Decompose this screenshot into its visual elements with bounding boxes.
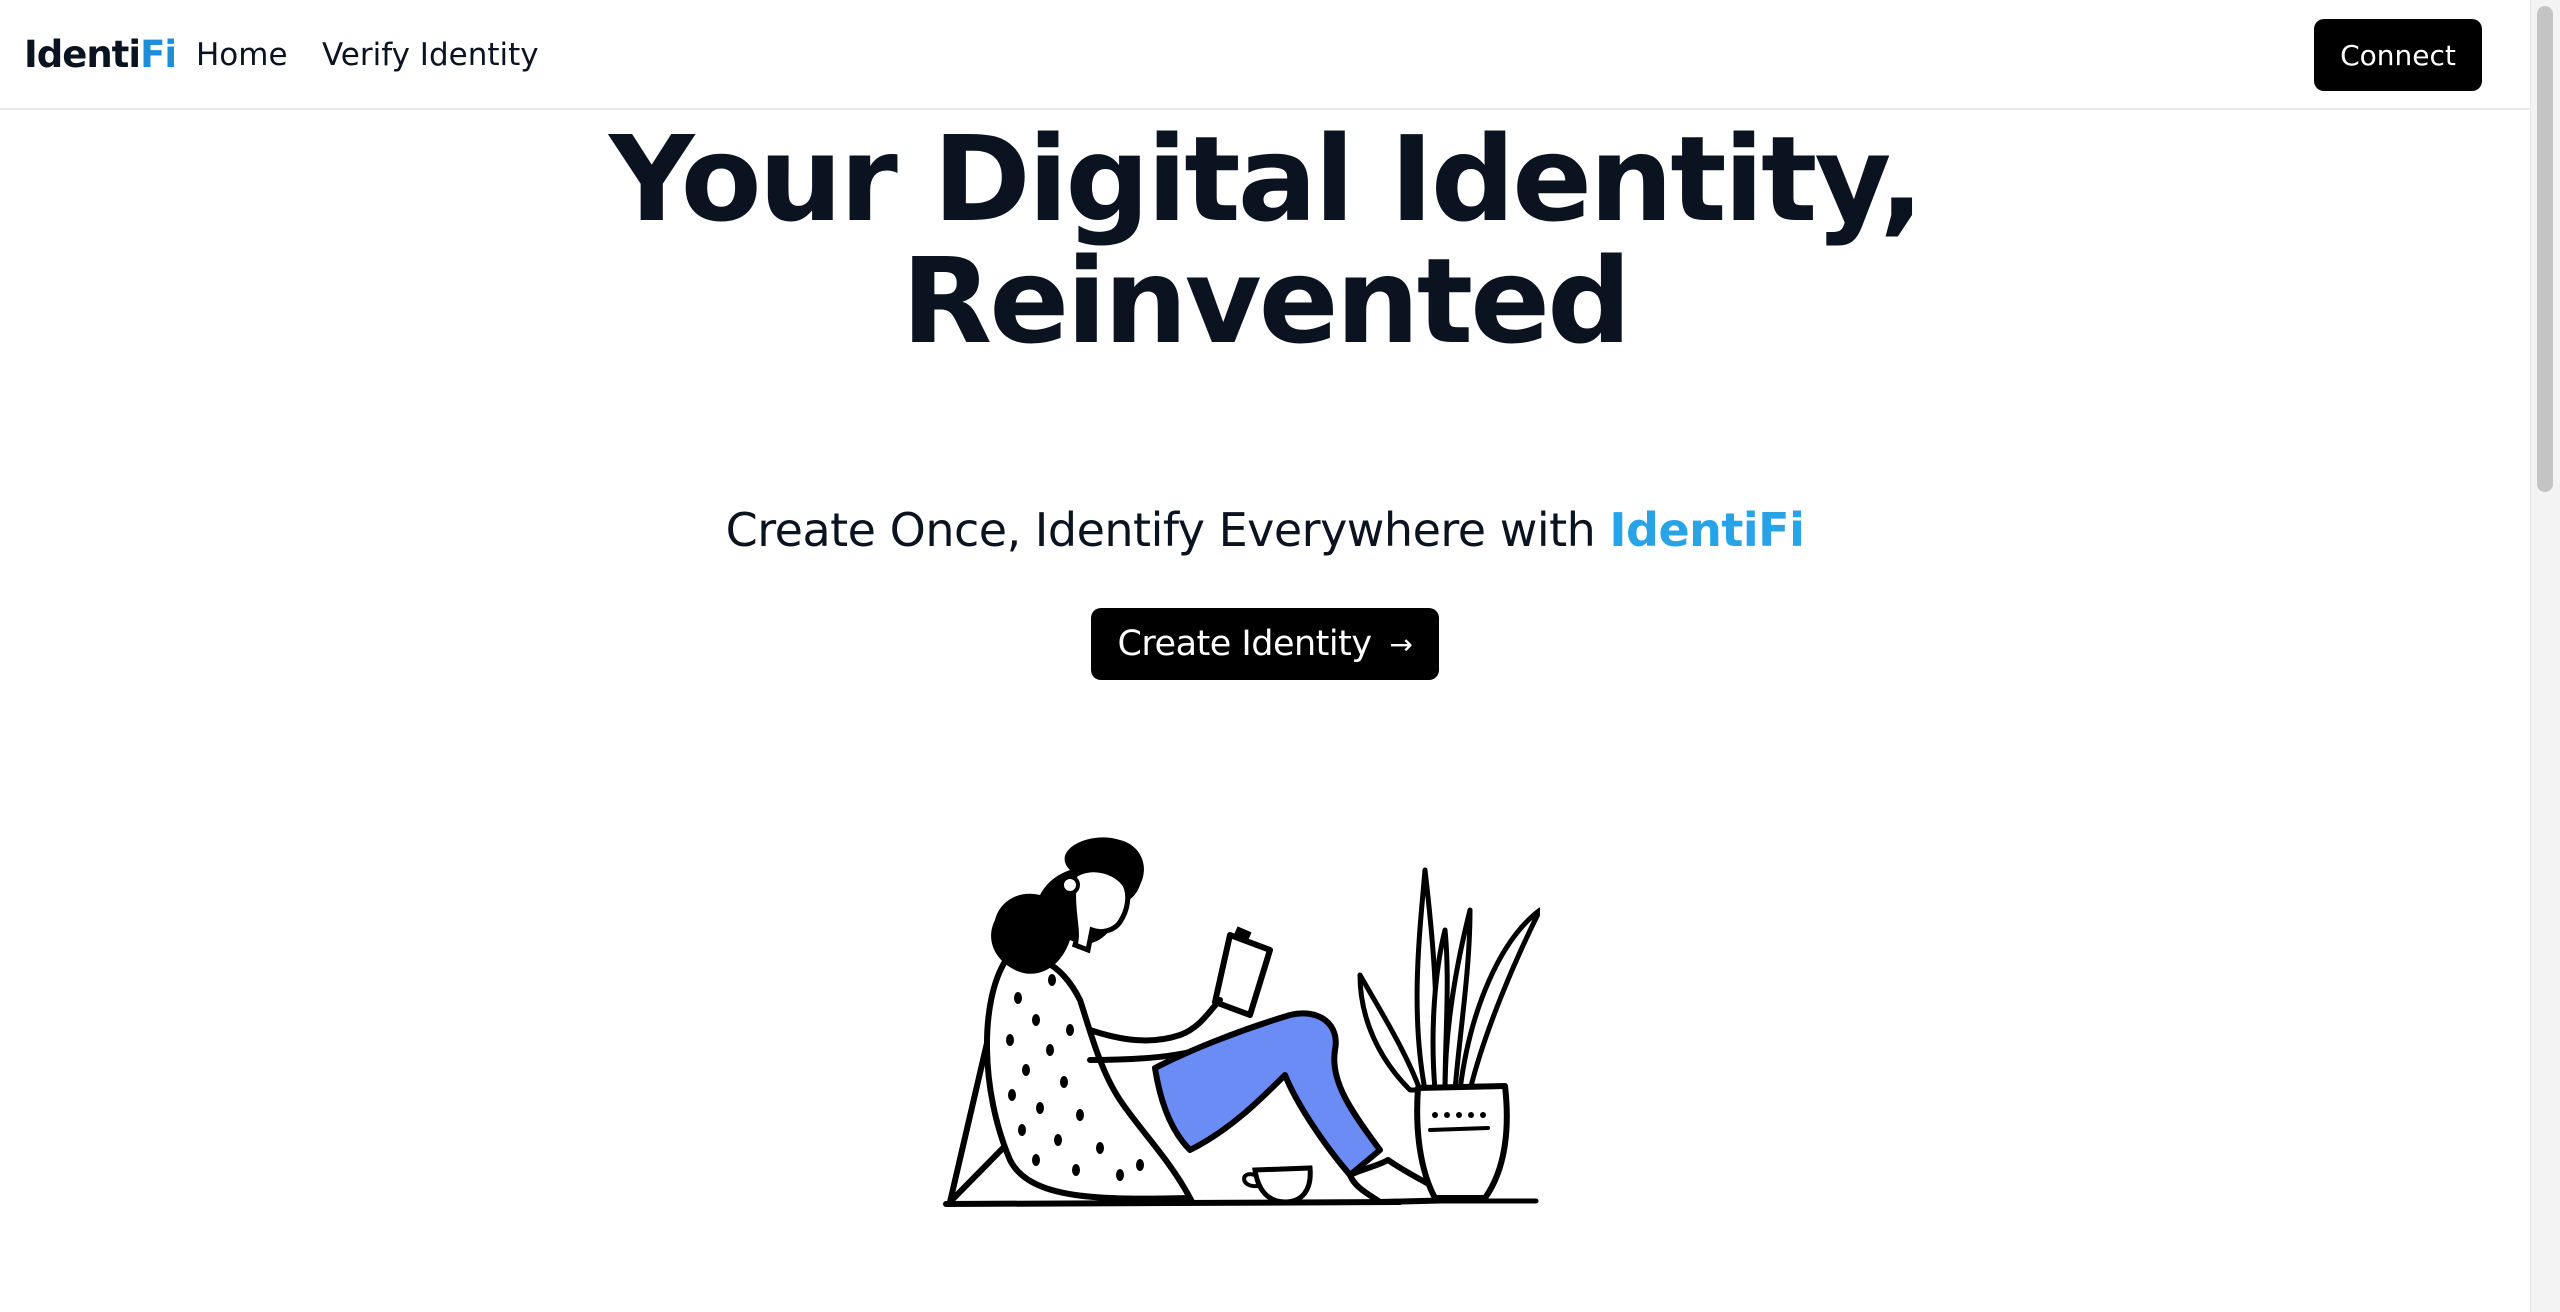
- nav-link-home[interactable]: Home: [196, 30, 288, 80]
- logo-text-identi: Identi: [24, 33, 141, 76]
- create-identity-label: Create Identity: [1117, 624, 1372, 664]
- nav-link-verify-identity[interactable]: Verify Identity: [322, 30, 539, 80]
- subtitle-text: Create Once, Identify Everywhere with: [725, 503, 1610, 557]
- create-identity-button[interactable]: Create Identity →: [1091, 608, 1439, 680]
- hero-subtitle: Create Once, Identify Everywhere with Id…: [0, 498, 2530, 562]
- subtitle-brand: IdentiFi: [1609, 503, 1805, 557]
- hero-title-line-1: Your Digital Identity,: [608, 110, 1924, 248]
- arrow-right-icon: →: [1389, 627, 1413, 661]
- person-reading-phone-illustration: [943, 837, 1540, 1207]
- hero-title: Your Digital Identity, Reinvented: [0, 118, 2530, 362]
- logo[interactable]: IdentiFi: [24, 30, 177, 80]
- navbar: IdentiFi Home Verify Identity Connect: [0, 0, 2530, 110]
- connect-button[interactable]: Connect: [2314, 19, 2482, 91]
- scrollbar-thumb[interactable]: [2537, 6, 2553, 492]
- page: IdentiFi Home Verify Identity Connect Yo…: [0, 0, 2560, 1312]
- vertical-scrollbar[interactable]: [2530, 0, 2560, 1312]
- hero-title-line-2: Reinvented: [901, 232, 1631, 370]
- logo-text-fi: Fi: [140, 33, 177, 76]
